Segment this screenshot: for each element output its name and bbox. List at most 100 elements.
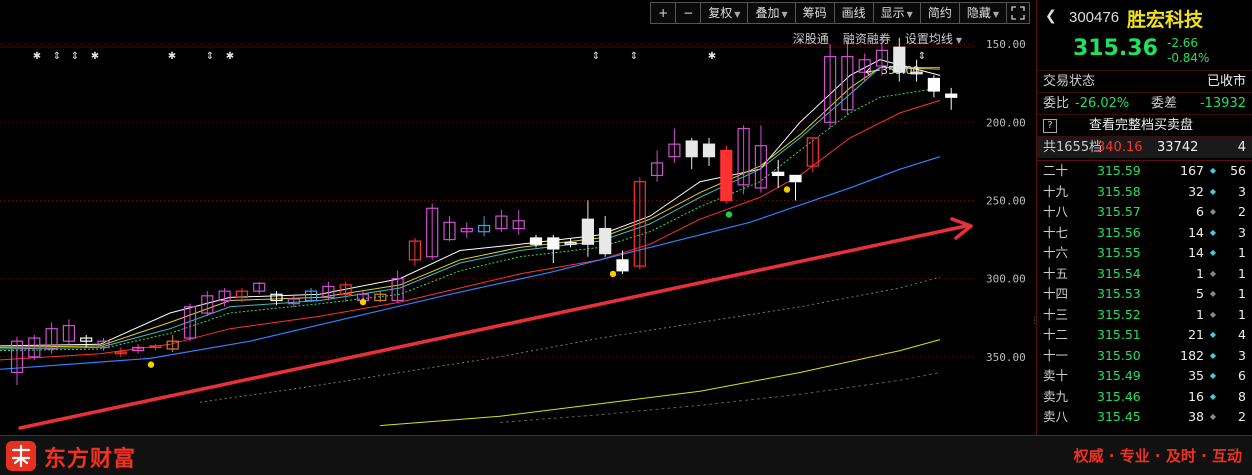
candle-body: [529, 237, 543, 245]
orderbook-count: 3: [1238, 224, 1246, 240]
orderbook-level: 十九: [1043, 183, 1069, 199]
chevron-left-icon[interactable]: ❮: [1045, 8, 1057, 24]
change-percent: -0.84%: [1167, 51, 1210, 65]
y-tick-label: 250.00: [986, 194, 1026, 207]
moving-average-lines: [0, 59, 941, 427]
orderbook-level: 二十: [1043, 163, 1069, 178]
orderbook-volume: 182: [1180, 347, 1204, 363]
book-total-count: 4: [1237, 140, 1246, 155]
orderbook-row[interactable]: 十九 315.58 32 ◆ 3: [1037, 182, 1252, 203]
orderbook-level: 十一: [1043, 347, 1069, 363]
orderbook-dot-icon: ◆: [1209, 391, 1216, 401]
orderbook-row[interactable]: 十六 315.55 14 ◆ 1: [1037, 243, 1252, 264]
chip-distribution-button[interactable]: 筹码: [794, 2, 835, 24]
orderbook-level: 卖十: [1043, 368, 1069, 383]
help-icon[interactable]: ?: [1043, 119, 1057, 133]
orderbook-row[interactable]: 卖八 315.45 38 ◆ 2: [1037, 407, 1252, 428]
orderbook-level: 十二: [1043, 327, 1069, 342]
ma-line: [499, 372, 941, 423]
orderbook-price: 315.49: [1097, 368, 1141, 383]
chart-subtoolbar: 深股通 融资融券 设置均线 ▼: [793, 30, 962, 47]
orderbook-dot-icon: ◆: [1209, 330, 1216, 339]
orderbook-row[interactable]: 十二 315.51 21 ◆ 4: [1037, 325, 1252, 346]
book-total-price: 340.16: [1097, 140, 1143, 155]
kline-chart-area[interactable]: ✱ ⇕ ⇕ ✱ ✱ ⇕ ✱ ⇕ ⇕ ✱ ⇕ 355.00 350.00 300.00 250.00 200…: [0, 0, 1030, 435]
footer-bar: 东方财富 权威 · 专业 · 及时 · 互动: [0, 435, 1252, 475]
candle-body: [547, 237, 560, 250]
view-full-book-link[interactable]: 查看完整档买卖盘: [1089, 115, 1193, 137]
margin-trading-link[interactable]: 融资融券: [843, 30, 891, 47]
orderbook-count: 56: [1230, 163, 1246, 178]
simple-mode-button[interactable]: 简约: [919, 2, 960, 24]
stock-name: 胜宏科技: [1127, 9, 1204, 31]
event-marker-icon: ✱: [33, 51, 41, 62]
trade-status-row: 交易状态 已收市: [1037, 70, 1252, 92]
orderbook-level: 十七: [1043, 224, 1069, 240]
event-markers: ✱ ⇕ ⇕ ✱ ✱ ⇕ ✱ ⇕ ⇕ ✱ ⇕: [33, 51, 926, 368]
ma-line: [0, 66, 941, 348]
orderbook-row[interactable]: 十五 315.54 1 ◆ 1: [1037, 264, 1252, 285]
eastmoney-logo-text: 东方财富: [44, 447, 137, 472]
shenzhen-connect-link[interactable]: 深股通: [793, 30, 829, 47]
adjust-button[interactable]: 复权 ▼: [700, 2, 749, 24]
orderbook-count: 6: [1238, 368, 1246, 383]
orderbook-count: 1: [1238, 265, 1246, 281]
kline-chart[interactable]: ✱ ⇕ ⇕ ✱ ✱ ⇕ ✱ ⇕ ⇕ ✱ ⇕ 355.00 350.00 300.00 250.00 200…: [0, 0, 1030, 435]
orderbook-level: 卖九: [1043, 388, 1069, 404]
candle-body: [685, 140, 698, 158]
orderbook-price: 315.50: [1097, 347, 1141, 363]
book-total-row: 共1655档 340.16 33742 4: [1037, 136, 1252, 158]
orderbook-volume: 14: [1188, 224, 1204, 240]
signal-dot-icon: [725, 211, 733, 218]
zoom-out-button[interactable]: −: [675, 2, 702, 24]
candle-body: [720, 149, 733, 202]
chart-toolbar: + − 复权 ▼ 叠加 ▼ 筹码 画线 显示 ▼ 简约 隐藏 ▼: [650, 2, 1030, 24]
orderbook-volume: 5: [1196, 286, 1204, 301]
book-total-label: 共1655档: [1043, 140, 1103, 155]
event-marker-icon: ✱: [226, 51, 234, 62]
quote-header: ❮ 300476 胜宏科技: [1037, 0, 1252, 36]
orderbook-count: 2: [1238, 204, 1246, 219]
order-book: 二十 315.59 167 ◆ 56 十九 315.58 32 ◆ 3 十八 315.57 6 ◆ 2 十七 3…: [1037, 161, 1252, 428]
orderbook-volume: 21: [1188, 327, 1204, 342]
orderbook-row[interactable]: 二十 315.59 167 ◆ 56: [1037, 161, 1252, 182]
candle-body: [599, 228, 612, 255]
orderbook-row[interactable]: 十四 315.53 5 ◆ 1: [1037, 284, 1252, 305]
orderbook-volume: 32: [1188, 183, 1204, 199]
orderbook-price: 315.56: [1097, 224, 1141, 240]
trend-arrow: [18, 217, 973, 430]
order-diff-value: -13932: [1199, 96, 1246, 111]
orderbook-row[interactable]: 卖十 315.49 35 ◆ 6: [1037, 366, 1252, 387]
orderbook-price: 315.55: [1097, 245, 1141, 260]
signal-dot-icon: [147, 361, 155, 368]
event-marker-icon: ✱: [91, 51, 99, 62]
ma-line: [379, 339, 941, 427]
orderbook-row[interactable]: 十三 315.52 1 ◆ 1: [1037, 305, 1252, 326]
zoom-in-button[interactable]: +: [650, 2, 677, 24]
event-marker-icon: ⇕: [206, 51, 214, 62]
orderbook-price: 315.58: [1097, 183, 1141, 199]
ma-line: [0, 87, 941, 352]
orderbook-count: 1: [1238, 306, 1246, 322]
ma-settings-link[interactable]: 设置均线 ▼: [905, 30, 962, 47]
orderbook-row[interactable]: 十七 315.56 14 ◆ 3: [1037, 223, 1252, 244]
display-button[interactable]: 显示 ▼: [872, 2, 921, 24]
overlay-button[interactable]: 叠加 ▼: [747, 2, 796, 24]
peak-price-label: 355.00: [881, 64, 920, 77]
chevron-down-icon: ▼: [955, 36, 962, 45]
orderbook-volume: 1: [1196, 306, 1204, 322]
fullscreen-button[interactable]: [1006, 2, 1030, 24]
orderbook-row[interactable]: 十八 315.57 6 ◆ 2: [1037, 202, 1252, 223]
view-book-row[interactable]: ? 查看完整档买卖盘: [1037, 114, 1252, 136]
hide-button[interactable]: 隐藏 ▼: [958, 2, 1007, 24]
orderbook-volume: 38: [1188, 409, 1204, 424]
orderbook-dot-icon: ◆: [1209, 289, 1216, 298]
orderbook-row[interactable]: 十一 315.50 182 ◆ 3: [1037, 346, 1252, 367]
orderbook-volume: 167: [1180, 163, 1204, 178]
orderbook-price: 315.54: [1097, 265, 1141, 281]
draw-line-button[interactable]: 画线: [833, 2, 874, 24]
orderbook-dot-icon: ◆: [1209, 186, 1216, 196]
event-marker-icon: ⇕: [918, 51, 926, 62]
orderbook-row[interactable]: 卖九 315.46 16 ◆ 8: [1037, 387, 1252, 408]
chevron-down-icon: ▼: [992, 10, 999, 19]
